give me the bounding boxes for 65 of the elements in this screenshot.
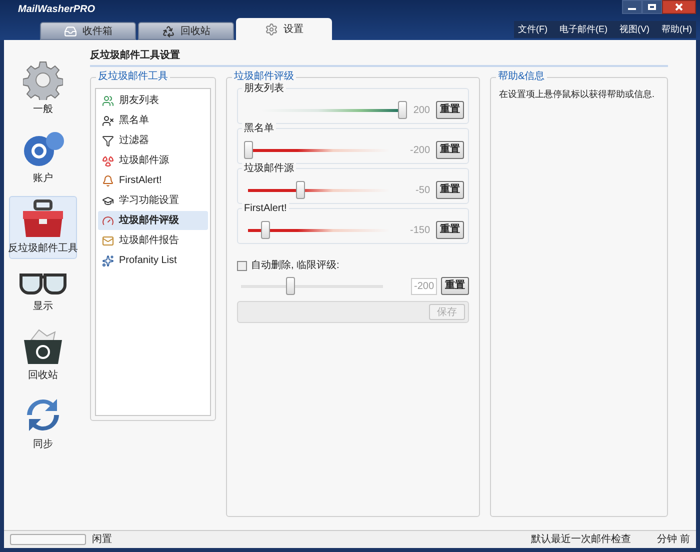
group-title: 反垃圾邮件工具: [96, 70, 170, 84]
tool-item[interactable]: 垃圾邮件评级: [98, 211, 208, 230]
sidebar-item[interactable]: 一般: [9, 58, 77, 119]
reset-button[interactable]: 重置: [436, 141, 464, 159]
slider-thumb[interactable]: [286, 277, 296, 295]
sidebar-item[interactable]: 同步: [9, 393, 77, 454]
gear-icon: [23, 60, 63, 100]
people-icon: [102, 94, 114, 106]
tool-item[interactable]: 朋友列表: [98, 91, 208, 110]
reset-button[interactable]: 重置: [436, 181, 464, 199]
tool-item[interactable]: 过滤器: [98, 131, 208, 150]
minimize-button[interactable]: [622, 0, 642, 14]
close-button[interactable]: [662, 0, 696, 14]
status-text: 闲置: [92, 532, 112, 547]
slider-thumb[interactable]: [260, 221, 270, 239]
gauge-icon: [102, 214, 114, 226]
menu-item[interactable]: 视图(V): [620, 22, 650, 36]
reset-button[interactable]: 重置: [436, 221, 464, 239]
close-icon: [675, 3, 683, 11]
tab[interactable]: 设置: [236, 18, 332, 40]
slider-label: 垃圾邮件源: [242, 163, 296, 175]
reset-button[interactable]: 重置: [441, 277, 469, 295]
window-title: MailWasherPRO: [18, 3, 96, 17]
menu-item[interactable]: 文件(F): [518, 22, 548, 36]
sparkle-icon: [102, 254, 114, 266]
help-text: 在设置项上悬停鼠标以获得帮助或信息.: [499, 88, 656, 101]
menu-item[interactable]: 电子邮件(E): [560, 22, 608, 36]
slider-label: 黑名单: [242, 123, 276, 135]
sidebar-item[interactable]: 账户: [9, 127, 77, 188]
slider-label: 朋友列表: [242, 83, 286, 95]
tool-item[interactable]: 垃圾邮件源: [98, 151, 208, 170]
slider-value: -200: [410, 144, 430, 158]
slider-value: 200: [413, 104, 430, 118]
tool-item[interactable]: 学习功能设置: [98, 191, 208, 210]
tool-item[interactable]: 黑名单: [98, 111, 208, 130]
checkbox-label: 自动删除, 临限评级:: [251, 259, 340, 273]
recycle-icon: [162, 24, 174, 38]
page-title: 反垃圾邮件工具设置: [90, 48, 180, 63]
bell-icon: [102, 174, 114, 186]
tool-item[interactable]: Profanity List: [98, 251, 208, 270]
person-icon: [102, 114, 114, 126]
gear-icon: [264, 22, 278, 36]
tab[interactable]: 回收站: [138, 22, 234, 40]
slider-value: -50: [416, 184, 430, 198]
slider-thumb[interactable]: [398, 101, 408, 119]
maximize-button[interactable]: [642, 0, 662, 14]
reset-button[interactable]: 重置: [436, 101, 464, 119]
sidebar-item[interactable]: 回收站: [9, 324, 77, 385]
graduation-cap-icon: [102, 194, 114, 206]
inbox-icon: [64, 24, 76, 38]
slider-value: -150: [410, 224, 430, 238]
checkbox[interactable]: [237, 260, 247, 270]
sidebar-item[interactable]: 反垃圾邮件工具: [9, 196, 77, 259]
tool-item[interactable]: FirstAlert!: [98, 171, 208, 190]
slider-thumb[interactable]: [244, 141, 253, 159]
slider-thumb[interactable]: [296, 181, 306, 199]
sidebar-item[interactable]: 显示: [9, 267, 77, 316]
tool-item[interactable]: 垃圾邮件报告: [98, 231, 208, 250]
filter-icon: [102, 134, 114, 146]
tab[interactable]: 收件箱: [40, 22, 136, 40]
last-check-text: 分钟 前: [657, 532, 690, 547]
last-check-text: 默认最近一次邮件检查: [531, 532, 632, 547]
envelope-icon: [102, 234, 114, 246]
menu-item[interactable]: 帮助(H): [662, 22, 692, 36]
burst-icon: [102, 154, 114, 166]
